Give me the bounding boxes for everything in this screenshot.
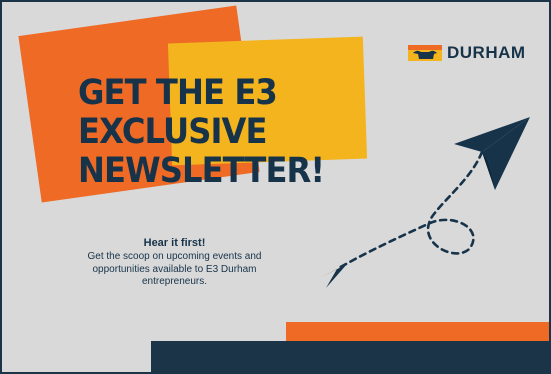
blurb-body: Get the scoop on upcoming events and opp…: [87, 251, 262, 287]
dashed-flight-path: [335, 150, 484, 271]
newsletter-blurb: Hear it first! Get the scoop on upcoming…: [67, 236, 282, 289]
navy-footer-bar: [151, 341, 549, 372]
arrow-head-icon: [320, 264, 347, 288]
blurb-title: Hear it first!: [143, 237, 206, 249]
newsletter-banner: GET THE E3 EXCLUSIVE NEWSLETTER! DURHAM …: [0, 0, 551, 374]
paper-plane-illustration: [320, 117, 530, 288]
